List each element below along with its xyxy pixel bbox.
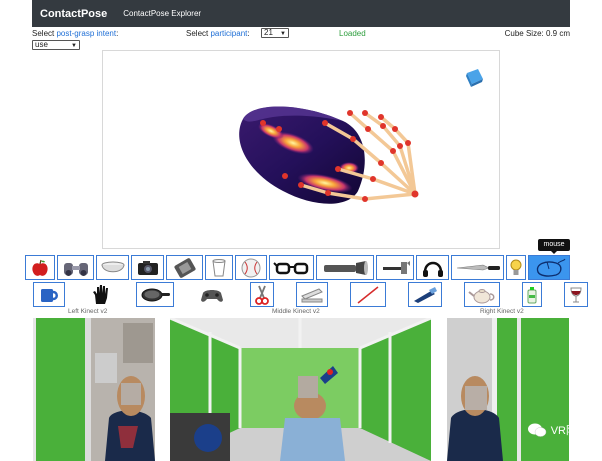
camera-label-left: Left Kinect v2	[68, 308, 108, 315]
object-stick[interactable]	[350, 282, 386, 307]
intent-select[interactable]: use ▼	[32, 40, 80, 50]
wine-glass-icon	[570, 287, 582, 302]
object-row-1	[25, 255, 572, 280]
stick-icon	[357, 285, 379, 304]
mouse-icon	[536, 258, 566, 277]
chevron-down-icon: ▼	[280, 31, 286, 37]
object-scissors[interactable]	[250, 282, 274, 307]
camera-label-middle: Middle Kinect v2	[272, 308, 320, 315]
object-bowl[interactable]	[96, 255, 129, 280]
toothpaste-icon	[527, 286, 537, 303]
cell-phone-icon	[173, 257, 196, 278]
object-mouse[interactable]	[528, 255, 570, 280]
binoculars-icon	[63, 262, 88, 276]
object-cell-phone[interactable]	[166, 255, 203, 280]
object-hand[interactable]	[87, 282, 114, 307]
3d-viewer[interactable]	[102, 50, 500, 249]
camera-icon	[137, 260, 158, 275]
tooltip: mouse	[538, 239, 570, 254]
stapler-icon	[301, 287, 323, 302]
nav-link-explorer[interactable]: ContactPose Explorer	[123, 9, 201, 18]
object-baseball[interactable]	[235, 255, 267, 280]
controls-bar: Select post-grasp intent: use ▼ Select p…	[32, 28, 570, 50]
intent-label: Select	[32, 29, 57, 38]
status-label: Loaded	[339, 29, 366, 38]
scale-cube-icon	[466, 69, 483, 87]
object-row-2	[33, 282, 590, 307]
object-headphones[interactable]	[416, 255, 449, 280]
flashlight-icon	[324, 260, 368, 275]
hammer-icon	[383, 260, 410, 274]
teapot-icon	[468, 288, 495, 303]
baseball-icon	[241, 258, 261, 277]
intent-control: Select post-grasp intent:	[32, 29, 118, 38]
game-controller-icon	[201, 289, 223, 302]
cube-size-label: Cube Size: 0.9 cm	[504, 29, 570, 38]
participant-label: Select	[186, 29, 211, 38]
object-teapot[interactable]	[464, 282, 500, 307]
hand-object-render	[239, 69, 483, 204]
camera-view-left	[33, 318, 155, 461]
object-cup[interactable]	[205, 255, 233, 280]
toothbrush-icon	[414, 286, 437, 303]
eyeglasses-icon	[272, 261, 308, 274]
camera-label-right: Right Kinect v2	[480, 308, 524, 315]
participant-colon: :	[247, 29, 250, 38]
brand-logo[interactable]: ContactPose	[40, 8, 107, 20]
object-mug[interactable]	[33, 282, 65, 307]
scissors-icon	[255, 285, 269, 305]
mug-icon	[41, 288, 58, 302]
camera-view-right	[447, 318, 569, 461]
object-flashlight[interactable]	[316, 255, 374, 280]
object-hammer[interactable]	[376, 255, 414, 280]
participant-select[interactable]: 21 ▼	[261, 28, 289, 38]
participant-help-link[interactable]: participant	[210, 29, 247, 38]
object-knife[interactable]	[451, 255, 504, 280]
cup-icon	[212, 258, 226, 276]
participant-select-value: 21	[264, 28, 273, 37]
intent-help-link[interactable]: post-grasp intent	[56, 29, 116, 38]
watermark: VR陀螺	[527, 422, 588, 438]
object-wine-glass[interactable]	[564, 282, 588, 307]
object-binoculars[interactable]	[57, 255, 94, 280]
object-toothbrush[interactable]	[408, 282, 442, 307]
watermark-text: VR陀螺	[550, 425, 588, 437]
object-eyeglasses[interactable]	[269, 255, 314, 280]
object-toothpaste[interactable]	[522, 282, 542, 307]
intent-select-value: use	[35, 40, 48, 49]
hand-icon	[92, 284, 108, 304]
object-light-bulb[interactable]	[506, 255, 526, 280]
headphones-icon	[422, 261, 443, 277]
light-bulb-icon	[510, 259, 522, 275]
object-apple[interactable]	[25, 255, 55, 280]
knife-icon	[456, 264, 500, 270]
chevron-down-icon: ▼	[71, 43, 77, 49]
object-camera[interactable]	[131, 255, 164, 280]
pan-icon	[141, 288, 170, 301]
object-stapler[interactable]	[296, 282, 328, 307]
wechat-icon	[527, 423, 546, 437]
object-game-controller[interactable]	[196, 282, 228, 307]
object-pan[interactable]	[136, 282, 174, 307]
participant-control: Select participant:	[186, 29, 250, 38]
bowl-icon	[101, 261, 124, 272]
navbar: ContactPose ContactPose Explorer	[32, 0, 570, 27]
intent-colon: :	[116, 29, 119, 38]
camera-view-middle	[170, 318, 431, 461]
apple-icon	[32, 259, 48, 276]
